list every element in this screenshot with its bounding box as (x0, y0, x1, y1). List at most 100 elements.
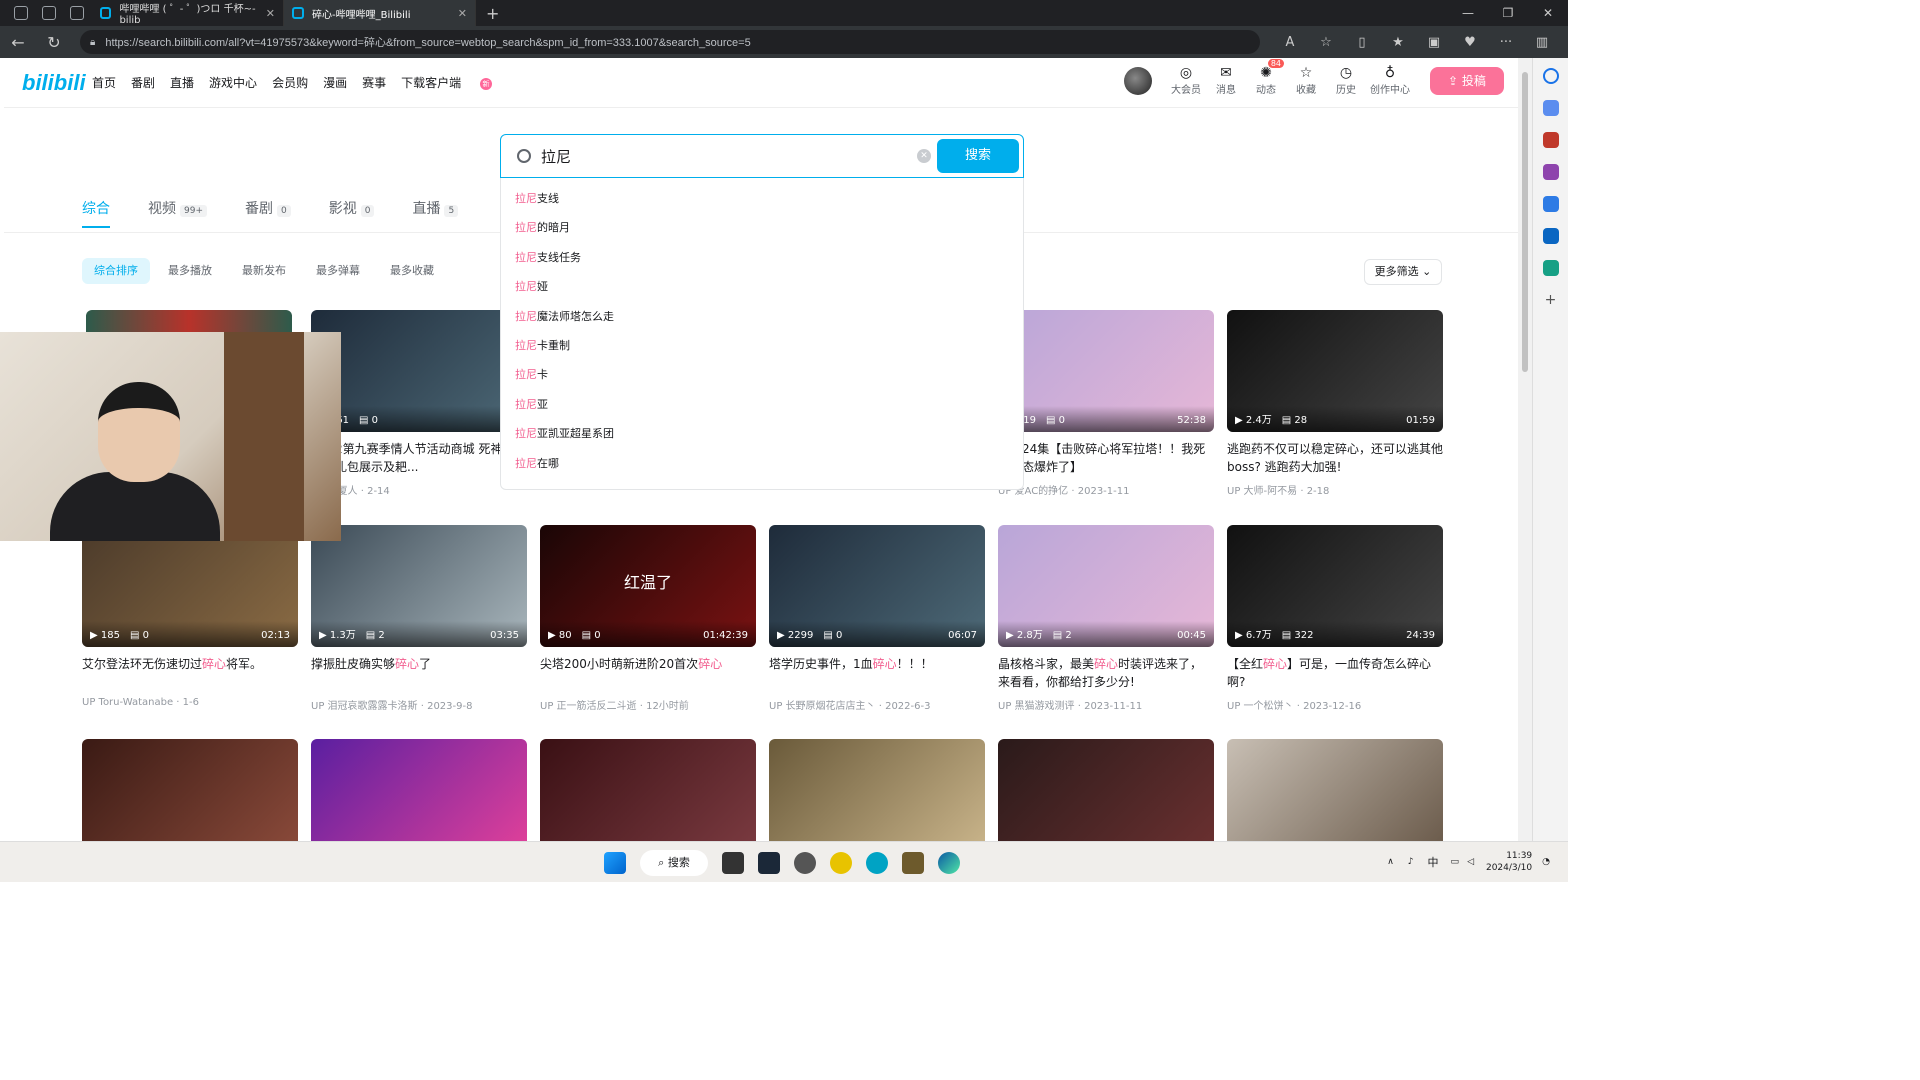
suggestion-item[interactable]: 拉尼在哪 (501, 449, 1023, 478)
clear-icon[interactable]: ✕ (917, 149, 931, 163)
video-title[interactable]: 塔学历史事件，1血碎心！！！ (769, 655, 985, 691)
video-card[interactable]: ▶ 2299 ▤ 0 06:07 塔学历史事件，1血碎心！！！ UP 长野原烟花店店主丶… (769, 525, 985, 712)
suggestion-item[interactable]: 拉尼娅 (501, 272, 1023, 301)
header-vip[interactable]: ◎ 大会员 (1166, 65, 1206, 96)
video-thumbnail[interactable] (1227, 739, 1443, 841)
bilibili-logo[interactable]: bilibili (22, 70, 86, 96)
suggestion-item[interactable]: 拉尼卡 (501, 360, 1023, 389)
favorites-icon[interactable]: ★ (1380, 35, 1416, 50)
shopping-icon[interactable] (1542, 100, 1559, 116)
header-creator[interactable]: ♁ 创作中心 (1366, 65, 1414, 96)
avatar[interactable] (1124, 66, 1152, 95)
suggestion-item[interactable]: 拉尼支线 (501, 184, 1023, 213)
more-menu-icon[interactable]: ··· (1488, 35, 1524, 50)
video-meta[interactable]: UP 长野原烟花店店主丶 · 2022-6-3 (769, 697, 985, 712)
more-filter-button[interactable]: 更多筛选 ⌄ (1364, 259, 1442, 285)
steam-icon[interactable] (758, 852, 780, 874)
video-meta[interactable]: UP 大师-阿不易 · 2-18 (1227, 482, 1443, 497)
header-history[interactable]: ◷ 历史 (1326, 65, 1366, 96)
game-icon[interactable] (902, 852, 924, 874)
video-title[interactable]: 【全红碎心】可是，一血传奇怎么碎心啊? (1227, 655, 1443, 691)
sort-most-favorited[interactable]: 最多收藏 (378, 258, 446, 284)
restore-icon[interactable]: ❐ (1488, 0, 1528, 26)
volume-icon[interactable]: ◁ (1467, 857, 1474, 867)
collections-icon[interactable]: ▣ (1416, 35, 1452, 50)
video-thumbnail[interactable]: ▶ 1.3万 ▤ 2 03:35 (311, 525, 527, 647)
copilot-icon[interactable] (1542, 196, 1559, 212)
sort-newest[interactable]: 最新发布 (230, 258, 298, 284)
tab-video[interactable]: 视频 99+ (148, 198, 207, 218)
video-thumbnail[interactable] (998, 739, 1214, 841)
video-card[interactable]: ▶ 361▤ 00 先锋2第九赛季情人节活动商城 死神碎心使者礼包展示及耙... U… (311, 310, 527, 497)
video-thumbnail[interactable]: ▶ 319▤ 052:38 (998, 310, 1214, 432)
video-thumbnail[interactable] (540, 739, 756, 841)
extension-icon[interactable]: ♥ (1452, 35, 1488, 50)
video-thumbnail[interactable]: ▶ 361▤ 00 (311, 310, 527, 432)
video-meta[interactable]: UP 正一筋活反二斗逝 · 12小时前 (540, 697, 756, 712)
suggestion-item[interactable]: 拉尼魔法师塔怎么走 (501, 302, 1023, 331)
tab-actions-icon[interactable] (70, 6, 84, 20)
video-thumbnail[interactable]: 红温了 ▶ 80 ▤ 0 01:42:39 (540, 525, 756, 647)
suggestion-item[interactable]: 拉尼卡重制 (501, 331, 1023, 360)
nav-home[interactable]: 首页 (92, 74, 116, 91)
outlook-icon[interactable] (1542, 228, 1559, 244)
read-aloud-icon[interactable]: A (1272, 35, 1308, 50)
video-thumbnail[interactable]: ▶ 185 ▤ 0 02:13 (82, 525, 298, 647)
tab-all[interactable]: 综合 (82, 198, 110, 228)
app-icon[interactable] (866, 852, 888, 874)
header-favorites[interactable]: ☆ 收藏 (1286, 65, 1326, 96)
nav-manga[interactable]: 漫画 (323, 74, 347, 91)
video-meta[interactable]: UP 捕厦人 · 2-14 (311, 482, 527, 497)
games-icon[interactable] (1542, 164, 1559, 180)
mic-icon[interactable]: ♪ (1408, 857, 1414, 867)
upload-button[interactable]: ⇪ 投稿 (1430, 66, 1504, 95)
profile-icon[interactable] (14, 6, 28, 20)
tab-bangumi[interactable]: 番剧 0 (245, 198, 291, 218)
workspaces-icon[interactable] (42, 6, 56, 20)
video-card[interactable]: ▶ 185 ▤ 0 02:13 艾尔登法环无伤速切过碎心将军。 UP Toru-Wata… (82, 525, 298, 708)
sidebar-toggle-icon[interactable]: ▥ (1524, 35, 1560, 50)
video-thumbnail[interactable] (311, 739, 527, 841)
video-thumbnail[interactable]: ▶ 2299 ▤ 0 06:07 (769, 525, 985, 647)
video-card[interactable]: 红温了 ▶ 80 ▤ 0 01:42:39 尖塔200小时萌新进阶20首次碎心 UP 正一… (540, 525, 756, 712)
clock[interactable]: 11:39 2024/3/10 (1486, 850, 1532, 874)
new-tab-icon[interactable]: + (486, 4, 499, 23)
video-title[interactable]: 艾尔登法环无伤速切过碎心将军。 (82, 655, 298, 691)
url-field[interactable]: 🔒︎ https://search.bilibili.com/all?vt=41… (80, 30, 1260, 54)
nav-anime[interactable]: 番剧 (131, 74, 155, 91)
video-title[interactable]: 撑振肚皮确实够碎心了 (311, 655, 527, 691)
video-card[interactable]: ▶ 6.7万 ▤ 322 24:39 【全红碎心】可是，一血传奇怎么碎心啊? UP 一个… (1227, 525, 1443, 712)
video-meta[interactable]: UP 一个松饼丶 · 2023-12-16 (1227, 697, 1443, 712)
favorite-icon[interactable]: ☆ (1308, 35, 1344, 50)
browser-tab-active[interactable]: 碎心-哔哩哔哩_Bilibili ✕ (284, 0, 476, 26)
add-icon[interactable]: + (1543, 292, 1559, 308)
nav-live[interactable]: 直播 (170, 74, 194, 91)
nav-mall[interactable]: 会员购 (272, 74, 308, 91)
search-input[interactable]: 拉尼 (541, 146, 571, 167)
video-meta[interactable]: UP Toru-Watanabe · 1-6 (82, 697, 298, 708)
suggestion-item[interactable]: 拉尼亚凯亚超星系团 (501, 419, 1023, 448)
refresh-icon[interactable]: ↻ (36, 33, 72, 52)
video-title[interactable]: 晶核格斗家，最美碎心时装评选来了，来看看，你都给打多少分! (998, 655, 1214, 691)
video-thumbnail[interactable]: ▶ 6.7万 ▤ 322 24:39 (1227, 525, 1443, 647)
app-icon[interactable] (794, 852, 816, 874)
video-meta[interactable]: UP 爱AC的挣亿 · 2023-1-11 (998, 482, 1214, 497)
video-card[interactable]: ▶ 319▤ 052:38环第24集【击败碎心将军拉塔！！我死的心态爆炸了】UP… (998, 310, 1214, 497)
video-thumbnail[interactable] (769, 739, 985, 841)
video-thumbnail[interactable]: ▶ 2.8万 ▤ 2 00:45 (998, 525, 1214, 647)
app-icon[interactable] (830, 852, 852, 874)
edge-icon[interactable] (938, 852, 960, 874)
minimize-icon[interactable]: — (1448, 0, 1488, 26)
video-meta[interactable]: UP 黑猫游戏测评 · 2023-11-11 (998, 697, 1214, 712)
video-card[interactable]: ▶ 1.3万 ▤ 2 03:35 撑振肚皮确实够碎心了 UP 泪冠哀歌露露卡洛斯 · 2… (311, 525, 527, 712)
video-title[interactable]: 尖塔200小时萌新进阶20首次碎心 (540, 655, 756, 691)
nav-game-center[interactable]: 游戏中心 (209, 74, 257, 91)
video-title[interactable]: 逃跑药不仅可以稳定碎心，还可以逃其他boss? 逃跑药大加强! (1227, 440, 1443, 476)
notification-icon[interactable]: ◔ (1542, 857, 1550, 867)
start-icon[interactable] (604, 852, 626, 874)
chevron-up-icon[interactable]: ∧ (1387, 857, 1394, 867)
back-icon[interactable]: ← (0, 33, 36, 52)
search-box[interactable]: 拉尼 ✕ 搜索 (500, 134, 1024, 178)
video-title[interactable]: 先锋2第九赛季情人节活动商城 死神碎心使者礼包展示及耙... (311, 440, 527, 476)
taskbar-search[interactable]: ⌕ 搜索 (640, 850, 708, 876)
